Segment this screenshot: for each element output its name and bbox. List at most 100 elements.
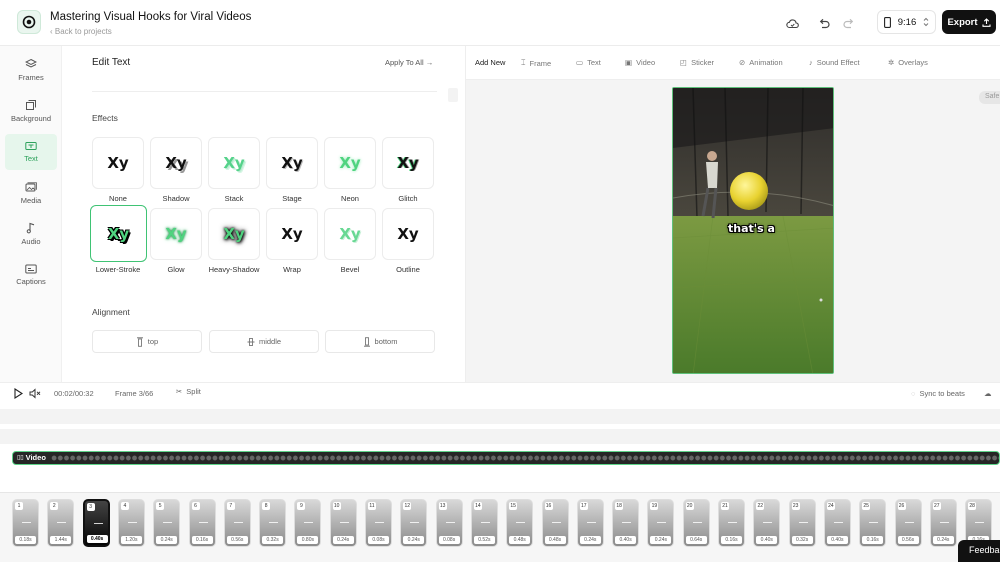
- play-button[interactable]: [14, 388, 23, 399]
- safe-zone-toggle[interactable]: Safe: [979, 91, 1000, 104]
- sync-to-beats-button[interactable]: ◌ Sync to beats: [911, 389, 965, 398]
- align-bottom-button[interactable]: bottom: [325, 330, 435, 353]
- frame-number: 7: [226, 502, 235, 510]
- frame-thumbnail[interactable]: 26 0.56s: [894, 499, 922, 547]
- export-button[interactable]: Export: [942, 10, 996, 34]
- align-top-button[interactable]: top: [92, 330, 202, 353]
- project-title[interactable]: Mastering Visual Hooks for Viral Videos: [50, 11, 251, 23]
- toolbar-sound-effect-button[interactable]: ♪ Sound Effect: [809, 58, 860, 67]
- frame-number: 24: [826, 502, 835, 510]
- toolbar-frame-button[interactable]: ⌶ Frame: [521, 58, 551, 68]
- toolbar-text-button[interactable]: ▭ Text: [576, 58, 601, 67]
- frame-thumbnail[interactable]: 22 0.40s: [753, 499, 781, 547]
- effect-card-lower-stroke[interactable]: Xy: [90, 205, 147, 262]
- frame-thumbnail[interactable]: 18 0.40s: [612, 499, 640, 547]
- cloud-icon[interactable]: ☁: [984, 389, 992, 398]
- frame-duration: 0.08s: [368, 536, 389, 544]
- frame-duration: 0.64s: [685, 536, 707, 544]
- frame-number: 12: [403, 502, 412, 510]
- frame-thumbnail[interactable]: 10 0.24s: [329, 499, 357, 547]
- project-logo-icon[interactable]: [17, 10, 41, 34]
- sidebar-item-label: Media: [20, 195, 42, 205]
- toolbar-sticker-button[interactable]: ◰ Sticker: [680, 58, 714, 67]
- effect-card-glitch[interactable]: Xy: [382, 137, 434, 189]
- align-label: top: [147, 337, 159, 346]
- scrollbar-thumb[interactable]: [448, 88, 458, 102]
- frame-thumbnail[interactable]: 12 0.24s: [400, 499, 428, 547]
- frame-thumbnail[interactable]: 9 0.80s: [294, 499, 322, 547]
- effect-card-heavy-shadow[interactable]: Xy: [208, 208, 260, 260]
- sidebar-item-captions[interactable]: Captions: [5, 257, 57, 293]
- frame-thumbnail[interactable]: 24 0.40s: [823, 499, 851, 547]
- effect-card-shadow[interactable]: Xy: [150, 137, 202, 189]
- frame-thumbnail[interactable]: 19 0.24s: [647, 499, 675, 547]
- volume-button[interactable]: [29, 388, 41, 399]
- frame-thumbnail[interactable]: 8 0.32s: [259, 499, 287, 547]
- cloud-save-icon[interactable]: [783, 14, 801, 32]
- sync-label: Sync to beats: [919, 389, 965, 398]
- frame-thumbnail[interactable]: 25 0.16s: [859, 499, 887, 547]
- frame-thumbnail[interactable]: 6 0.16s: [188, 499, 216, 547]
- effect-card-stage[interactable]: Xy: [266, 137, 318, 189]
- timeline-track-empty[interactable]: [0, 409, 1000, 424]
- frame-thumbnail[interactable]: 3 0.40s: [82, 499, 110, 547]
- sidebar-item-label: Background: [10, 114, 52, 123]
- sidebar-item-label: Frames: [18, 73, 44, 82]
- toolbar-animation-button[interactable]: ⊘ Animation: [739, 58, 783, 67]
- frame-thumbnail[interactable]: 1 0.18s: [12, 499, 39, 547]
- effect-card-stack[interactable]: Xy: [208, 137, 260, 189]
- back-to-projects-link[interactable]: ‹ Back to projects: [50, 27, 112, 36]
- sidebar-item-background[interactable]: Background: [5, 93, 57, 129]
- frame-duration: 0.24s: [579, 536, 601, 544]
- frame-thumbnail[interactable]: 20 0.64s: [682, 499, 710, 547]
- toolbar-video-button[interactable]: ▣ Video: [625, 58, 655, 67]
- sidebar-item-audio[interactable]: Audio: [5, 216, 57, 252]
- chevron-updown-icon: [923, 17, 929, 27]
- redo-icon[interactable]: [840, 14, 858, 32]
- frame-duration: 0.16s: [862, 536, 884, 544]
- effect-card-wrap[interactable]: Xy: [266, 208, 318, 260]
- frame-thumbnail[interactable]: 14 0.52s: [470, 499, 498, 547]
- video-preview[interactable]: that's a: [672, 87, 834, 374]
- sidebar-item-media[interactable]: Media: [5, 175, 57, 211]
- frame-thumbnail[interactable]: 11 0.08s: [365, 499, 392, 547]
- timeline-track-empty[interactable]: [0, 429, 1000, 444]
- frame-thumbnail[interactable]: 27 0.24s: [929, 499, 957, 547]
- apply-to-all-button[interactable]: Apply To All →: [385, 58, 433, 67]
- frame-thumbnail[interactable]: 7 0.56s: [223, 499, 251, 547]
- frame-text-preview: [516, 522, 526, 523]
- effect-card-outline[interactable]: Xy: [382, 208, 434, 260]
- frame-thumbnail[interactable]: 21 0.16s: [718, 499, 745, 547]
- frame-duration: 1.44s: [50, 536, 72, 544]
- frame-text-preview: [904, 522, 914, 523]
- phone-icon: [884, 16, 891, 28]
- align-label: middle: [258, 337, 282, 346]
- frame-thumbnail[interactable]: 5 0.24s: [153, 499, 181, 547]
- video-track-label: ▯▯ Video: [17, 453, 49, 462]
- video-caption[interactable]: that's a: [728, 222, 775, 235]
- frame-duration: 0.24s: [156, 536, 178, 544]
- effect-card-bevel[interactable]: Xy: [324, 208, 376, 260]
- effect-card-neon[interactable]: Xy: [324, 137, 376, 189]
- frame-thumbnail[interactable]: 23 0.32s: [788, 499, 816, 547]
- frame-duration: 0.80s: [297, 536, 319, 544]
- effect-sample: Xy: [165, 154, 187, 172]
- aspect-ratio-select[interactable]: 9:16: [877, 10, 936, 34]
- effect-card-none[interactable]: Xy: [92, 137, 144, 189]
- frame-thumbnail[interactable]: 16 0.48s: [541, 499, 569, 547]
- frame-thumbnail[interactable]: 15 0.48s: [506, 499, 534, 547]
- sidebar-item-text[interactable]: Text: [5, 134, 57, 170]
- frame-thumbnail[interactable]: 17 0.24s: [576, 499, 604, 547]
- toolbar-overlays-button[interactable]: ✲ Overlays: [888, 58, 928, 67]
- sidebar-item-frames[interactable]: Frames: [5, 52, 57, 88]
- effect-card-glow[interactable]: Xy: [150, 208, 202, 260]
- frame-thumbnail[interactable]: 4 1.20s: [117, 499, 145, 547]
- frame-thumbnail[interactable]: 2 1.44s: [47, 499, 75, 547]
- split-button[interactable]: ✂ Split: [176, 387, 201, 396]
- effect-sample: Xy: [281, 154, 303, 172]
- feedback-button[interactable]: Feedba: [958, 540, 1000, 562]
- video-track-clip[interactable]: ▯▯ Video: [12, 451, 1000, 465]
- frame-thumbnail[interactable]: 13 0.08s: [435, 499, 463, 547]
- undo-icon[interactable]: [815, 14, 833, 32]
- align-middle-button[interactable]: middle: [209, 330, 319, 353]
